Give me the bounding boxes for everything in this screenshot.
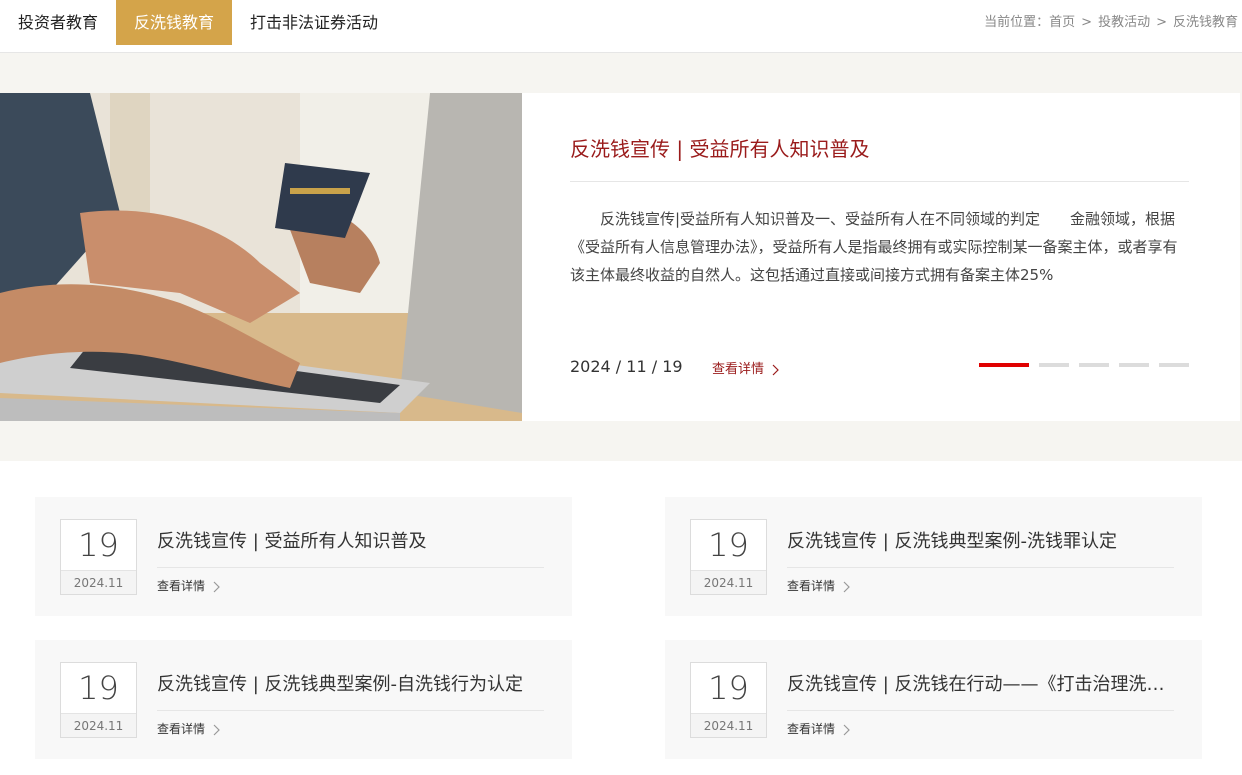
view-details-label: 查看详情 — [787, 579, 836, 593]
banner-content: 反洗钱宣传 | 受益所有人知识普及 反洗钱宣传|受益所有人知识普及一、受益所有人… — [570, 93, 1189, 421]
date-day: 19 — [78, 669, 119, 707]
date-box: 19 2024.11 — [690, 662, 767, 738]
banner-image[interactable] — [0, 93, 522, 421]
card-divider — [157, 710, 544, 711]
breadcrumb-home[interactable]: 首页 — [1049, 15, 1075, 30]
banner-divider — [570, 181, 1189, 182]
card-divider — [157, 567, 544, 568]
banner-view-details-link[interactable]: 查看详情 — [712, 358, 779, 377]
chevron-right-icon — [213, 724, 220, 735]
date-year-month: 2024.11 — [61, 570, 136, 594]
banner-band: 反洗钱宣传 | 受益所有人知识普及 反洗钱宣传|受益所有人知识普及一、受益所有人… — [0, 53, 1242, 461]
chevron-right-icon — [213, 581, 220, 592]
news-card[interactable]: 19 2024.11 反洗钱宣传 | 反洗钱典型案例-自洗钱行为认定 查看详情 — [35, 640, 572, 759]
banner-date: 2024 / 11 / 19 — [570, 357, 683, 376]
banner-title[interactable]: 反洗钱宣传 | 受益所有人知识普及 — [570, 133, 869, 162]
breadcrumb-activities[interactable]: 投教活动 — [1098, 15, 1150, 30]
top-nav: 投资者教育 反洗钱教育 打击非法证券活动 当前位置：首页 > 投教活动 > 反洗钱教育 — [0, 0, 1242, 53]
chevron-right-icon — [843, 724, 850, 735]
banner-view-details-label: 查看详情 — [712, 362, 765, 377]
news-title[interactable]: 反洗钱宣传 | 受益所有人知识普及 — [157, 527, 544, 553]
news-title[interactable]: 反洗钱宣传 | 反洗钱典型案例-洗钱罪认定 — [787, 527, 1174, 553]
news-card[interactable]: 19 2024.11 反洗钱宣传 | 受益所有人知识普及 查看详情 — [35, 497, 572, 616]
date-day: 19 — [708, 526, 749, 564]
date-year-month: 2024.11 — [691, 713, 766, 737]
date-box: 19 2024.11 — [60, 519, 137, 595]
banner-summary: 反洗钱宣传|受益所有人知识普及一、受益所有人在不同领域的判定 金融领域，根据《受… — [570, 210, 1178, 284]
view-details-label: 查看详情 — [157, 722, 206, 736]
breadcrumb-prefix: 当前位置： — [984, 15, 1050, 30]
view-details-link[interactable]: 查看详情 — [157, 577, 220, 594]
view-details-link[interactable]: 查看详情 — [787, 577, 850, 594]
featured-banner: 反洗钱宣传 | 受益所有人知识普及 反洗钱宣传|受益所有人知识普及一、受益所有人… — [0, 93, 1240, 421]
news-card[interactable]: 19 2024.11 反洗钱宣传 | 反洗钱在行动——《打击治理洗… 查看详情 — [665, 640, 1202, 759]
date-box: 19 2024.11 — [60, 662, 137, 738]
news-title[interactable]: 反洗钱宣传 | 反洗钱在行动——《打击治理洗… — [787, 670, 1174, 696]
breadcrumb-separator: > — [1156, 15, 1167, 30]
news-title[interactable]: 反洗钱宣传 | 反洗钱典型案例-自洗钱行为认定 — [157, 670, 544, 696]
carousel-dot-5[interactable] — [1159, 363, 1189, 367]
view-details-link[interactable]: 查看详情 — [787, 720, 850, 737]
news-card[interactable]: 19 2024.11 反洗钱宣传 | 反洗钱典型案例-洗钱罪认定 查看详情 — [665, 497, 1202, 616]
date-day: 19 — [78, 526, 119, 564]
card-divider — [787, 567, 1174, 568]
carousel-dot-2[interactable] — [1039, 363, 1069, 367]
date-box: 19 2024.11 — [690, 519, 767, 595]
tab-bar: 投资者教育 反洗钱教育 打击非法证券活动 — [0, 0, 396, 45]
chevron-right-icon — [772, 364, 779, 375]
tab-illegal-securities[interactable]: 打击非法证券活动 — [232, 0, 396, 45]
breadcrumb-separator: > — [1081, 15, 1093, 30]
view-details-link[interactable]: 查看详情 — [157, 720, 220, 737]
chevron-right-icon — [843, 581, 850, 592]
view-details-label: 查看详情 — [787, 722, 836, 736]
banner-photo-illustration — [0, 93, 522, 421]
carousel-dot-3[interactable] — [1079, 363, 1109, 367]
date-day: 19 — [708, 669, 749, 707]
card-divider — [787, 710, 1174, 711]
carousel-dots — [979, 363, 1189, 367]
breadcrumb-current[interactable]: 反洗钱教育 — [1173, 15, 1238, 30]
date-year-month: 2024.11 — [61, 713, 136, 737]
tab-investor-education[interactable]: 投资者教育 — [0, 0, 116, 45]
breadcrumb: 当前位置：首页 > 投教活动 > 反洗钱教育 — [984, 0, 1238, 45]
carousel-dot-4[interactable] — [1119, 363, 1149, 367]
date-year-month: 2024.11 — [691, 570, 766, 594]
carousel-dot-1[interactable] — [979, 363, 1029, 367]
tab-anti-money-laundering[interactable]: 反洗钱教育 — [116, 0, 233, 45]
view-details-label: 查看详情 — [157, 579, 206, 593]
